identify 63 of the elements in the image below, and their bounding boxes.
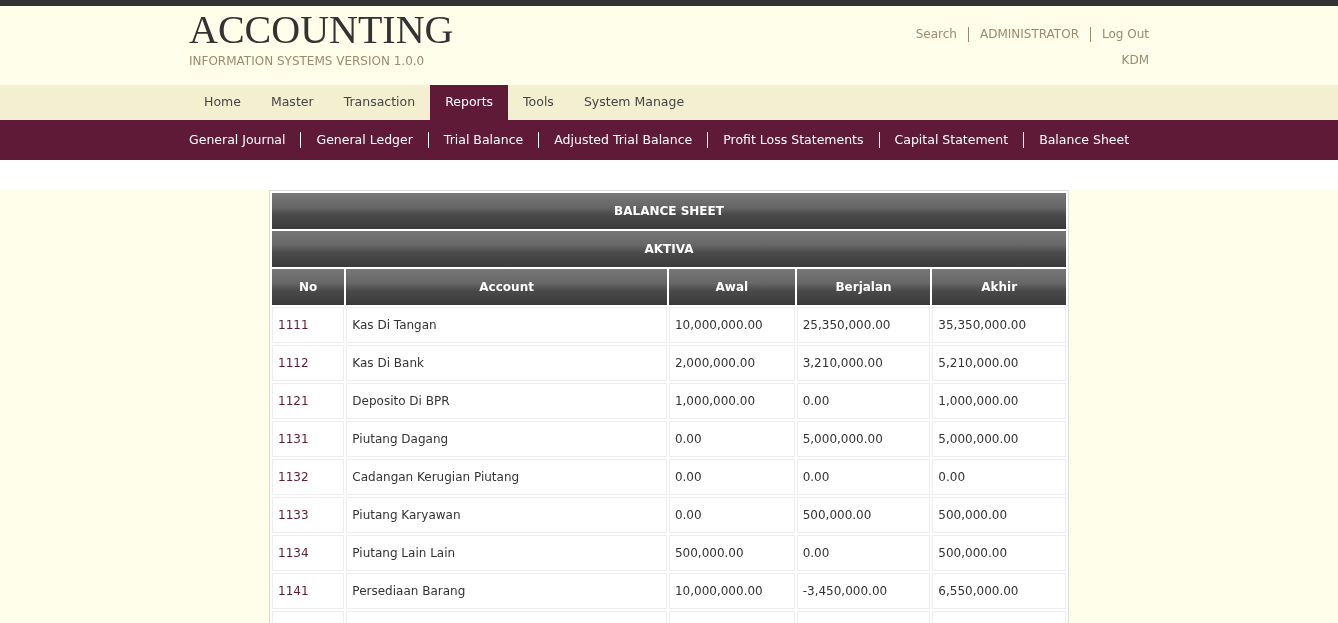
table-cell: 0.00: [796, 459, 931, 495]
section-heading: AKTIVA: [272, 231, 1066, 267]
nav-tab[interactable]: Reports: [430, 85, 509, 120]
table-cell: 1121: [272, 383, 345, 419]
table-cell: 1133: [272, 497, 345, 533]
table-cell: 500,000.00: [668, 535, 795, 571]
table-cell: 6,550,000.00: [932, 573, 1066, 609]
table-cell: 0.00: [796, 535, 931, 571]
submenu-link[interactable]: General Journal: [189, 130, 286, 150]
table-cell: 25,350,000.00: [796, 307, 931, 343]
nav-tab[interactable]: System Manage: [568, 85, 700, 120]
table-cell: 5,000,000.00: [796, 421, 931, 457]
table-cell: 35,350,000.00: [932, 307, 1066, 343]
table-cell: 0.00: [796, 383, 931, 419]
submenu-link[interactable]: Adjusted Trial Balance: [554, 130, 693, 150]
nav-tab[interactable]: Home: [189, 85, 256, 120]
table-cell: Piutang Karyawan: [346, 497, 667, 533]
table-cell: Kas Di Bank: [346, 345, 667, 381]
submenu-link[interactable]: Capital Statement: [894, 130, 1009, 150]
table-cell: 0.00: [668, 459, 795, 495]
submenu-link[interactable]: Trial Balance: [443, 130, 524, 150]
table-cell: 3,210,000.00: [796, 345, 931, 381]
app-title: ACCOUNTING: [189, 10, 454, 50]
user-name: KDM: [1121, 52, 1149, 69]
table-cell: 2,000,000.00: [668, 345, 795, 381]
table-cell: 1,000,000.00: [668, 383, 795, 419]
table-cell: 1,000,000.00: [932, 383, 1066, 419]
column-header: Berjalan: [796, 269, 931, 305]
table-cell: 5,210,000.00: [932, 345, 1066, 381]
table-cell: 500,000.00: [932, 535, 1066, 571]
app-subtitle: INFORMATION SYSTEMS VERSION 1.0.0: [189, 53, 425, 70]
table-cell: 0.00: [668, 497, 795, 533]
table-cell: 1134: [272, 535, 345, 571]
table-cell: 500,000.00: [796, 497, 931, 533]
table-cell: 1131: [272, 421, 345, 457]
table-cell: Piutang Lain Lain: [346, 535, 667, 571]
table-cell: -3,450,000.00: [796, 573, 931, 609]
column-header: Awal: [669, 269, 795, 305]
table-cell: 1132: [272, 459, 345, 495]
table-cell: 0.00: [668, 421, 795, 457]
table-cell: Deposito Di BPR: [346, 383, 667, 419]
table-cell: 1141: [272, 573, 345, 609]
table-cell: 1111: [272, 307, 345, 343]
submenu-link[interactable]: General Ledger: [316, 130, 413, 150]
table-cell: Cadangan Kerugian Piutang: [346, 459, 667, 495]
column-header: No: [272, 269, 345, 305]
table-cell: 500,000.00: [932, 497, 1066, 533]
nav-tab[interactable]: Transaction: [328, 85, 431, 120]
table-cell: Persediaan Barang: [346, 573, 667, 609]
column-header: Account: [346, 269, 667, 305]
table-cell: 10,000,000.00: [668, 307, 795, 343]
table-cell: 1112: [272, 345, 345, 381]
submenu-link[interactable]: Balance Sheet: [1039, 130, 1130, 150]
table-cell: 0.00: [932, 459, 1066, 495]
table-cell: Kas Di Tangan: [346, 307, 667, 343]
column-header: Akhir: [932, 269, 1066, 305]
table-cell: 10,000,000.00: [668, 573, 795, 609]
nav-tab[interactable]: Master: [255, 85, 329, 120]
table-cell: 5,000,000.00: [932, 421, 1066, 457]
nav-tab[interactable]: Tools: [508, 85, 569, 120]
report-title: BALANCE SHEET: [272, 193, 1066, 229]
submenu-link[interactable]: Profit Loss Statements: [723, 130, 864, 150]
table-cell: Piutang Dagang: [346, 421, 667, 457]
